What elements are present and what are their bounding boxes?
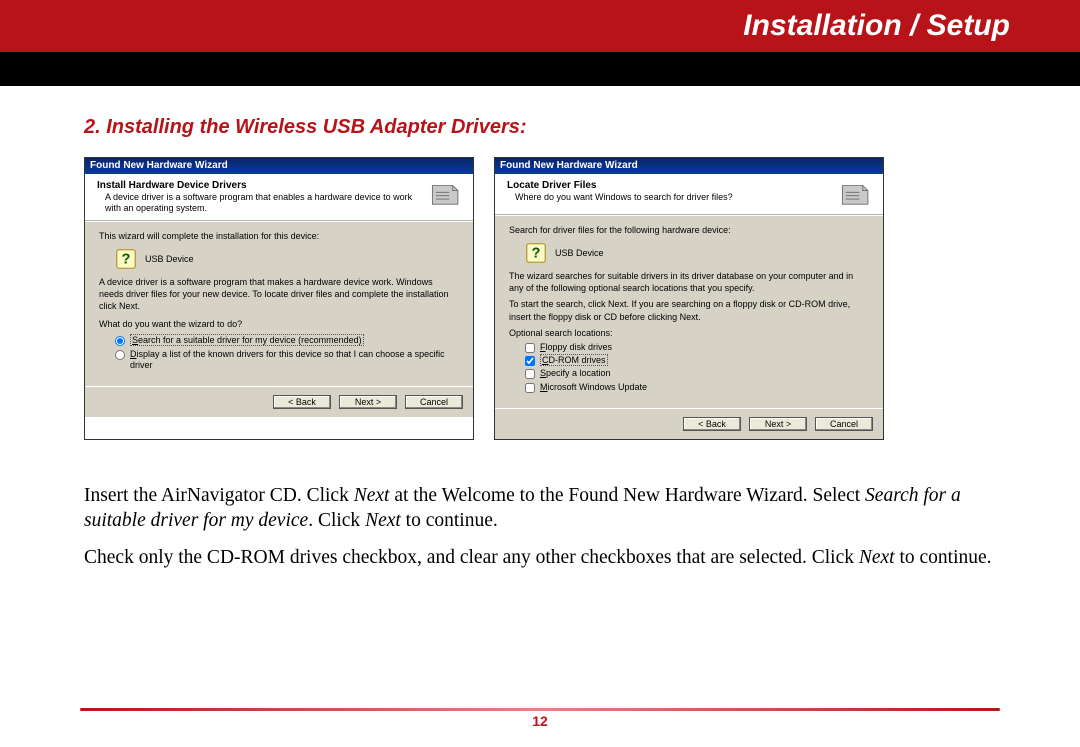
d1-device-row: ? USB Device [115,248,459,270]
section-heading: 2. Installing the Wireless USB Adapter D… [84,116,996,139]
chk-msupdate-label: Microsoft Windows Update [540,382,647,393]
chk-specify-label: Specify a location [540,368,611,379]
chk-specify-row[interactable]: Specify a location [525,367,869,380]
dialog1-title-text: Found New Hardware Wizard [90,160,228,171]
dialog2-titlebar: Found New Hardware Wizard [495,158,883,174]
body-paragraph-2: Check only the CD-ROM drives checkbox, a… [84,546,996,571]
dialog-row: Found New Hardware Wizard Install Hardwa… [84,157,996,440]
dialog1-header: Install Hardware Device Drivers A device… [85,174,473,221]
radio-search-suitable[interactable] [115,336,125,346]
page-number: 12 [0,713,1080,729]
black-strip [0,52,1080,86]
hardware-icon [429,180,463,208]
d1-cancel-button[interactable]: Cancel [405,395,463,409]
d1-line2: A device driver is a software program th… [99,276,459,312]
d2-checkbox-group: Floppy disk drives CD-ROM drives Specify… [509,339,869,396]
radio-display-list[interactable] [115,350,125,360]
d1-device: USB Device [145,253,194,265]
d2-line3: To start the search, click Next. If you … [509,298,869,322]
question-icon: ? [115,248,137,270]
svg-text:?: ? [532,246,541,262]
header-banner: Installation / Setup [0,0,1080,52]
d1-radio-group: Search for a suitable driver for my devi… [99,332,459,374]
dialog2-header-text: Locate Driver Files Where do you want Wi… [507,180,839,203]
d2-cancel-button[interactable]: Cancel [815,417,873,431]
dialog1-header-text: Install Hardware Device Drivers A device… [97,180,429,214]
content-area: 2. Installing the Wireless USB Adapter D… [0,86,1080,571]
checkbox-floppy[interactable] [525,343,535,353]
d1-radio1-row[interactable]: Search for a suitable driver for my devi… [115,334,459,347]
chk-msupdate-row[interactable]: Microsoft Windows Update [525,381,869,394]
footer-divider [80,708,1000,711]
dialog1-header-sub: A device driver is a software program th… [97,191,421,214]
d2-device: USB Device [555,247,604,259]
dialog2-title-text: Found New Hardware Wizard [500,160,638,171]
banner-title: Installation / Setup [743,9,1010,43]
checkbox-specify[interactable] [525,369,535,379]
d1-line1: This wizard will complete the installati… [99,230,459,242]
dialog1-header-bold: Install Hardware Device Drivers [97,180,247,191]
chk-cdrom-row[interactable]: CD-ROM drives [525,354,869,367]
dialog2-header: Locate Driver Files Where do you want Wi… [495,174,883,215]
body-paragraph-1: Insert the AirNavigator CD. Click Next a… [84,484,996,534]
dialog2-header-sub: Where do you want Windows to search for … [507,191,831,203]
d2-line2: The wizard searches for suitable drivers… [509,270,869,294]
d1-line3: What do you want the wizard to do? [99,318,459,330]
chk-floppy-label: Floppy disk drives [540,342,612,353]
d1-radio2-label: Display a list of the known drivers for … [130,349,459,372]
d1-radio1-label: Search for a suitable driver for my devi… [130,335,364,346]
d2-back-button[interactable]: < Back [683,417,741,431]
d2-line4: Optional search locations: [509,327,869,339]
checkbox-cdrom[interactable] [525,356,535,366]
chk-floppy-row[interactable]: Floppy disk drives [525,341,869,354]
footer: 12 [0,708,1080,729]
d1-button-row: < Back Next > Cancel [85,386,473,417]
checkbox-msupdate[interactable] [525,383,535,393]
d2-device-row: ? USB Device [525,242,869,264]
d1-radio2-row[interactable]: Display a list of the known drivers for … [115,348,459,373]
dialog-locate-files: Found New Hardware Wizard Locate Driver … [494,157,884,440]
dialog2-body: Locate Driver Files Where do you want Wi… [495,174,883,439]
dialog-install-drivers: Found New Hardware Wizard Install Hardwa… [84,157,474,440]
d2-button-row: < Back Next > Cancel [495,408,883,439]
svg-text:?: ? [122,251,131,267]
dialog1-inner: This wizard will complete the installati… [85,221,473,386]
hardware-icon [839,180,873,208]
dialog1-titlebar: Found New Hardware Wizard [85,158,473,174]
chk-cdrom-label: CD-ROM drives [540,355,608,366]
d1-back-button[interactable]: < Back [273,395,331,409]
d2-next-button[interactable]: Next > [749,417,807,431]
d1-next-button[interactable]: Next > [339,395,397,409]
dialog2-inner: Search for driver files for the followin… [495,215,883,408]
question-icon: ? [525,242,547,264]
d2-line1: Search for driver files for the followin… [509,224,869,236]
dialog1-body: Install Hardware Device Drivers A device… [85,174,473,417]
dialog2-header-bold: Locate Driver Files [507,180,596,191]
